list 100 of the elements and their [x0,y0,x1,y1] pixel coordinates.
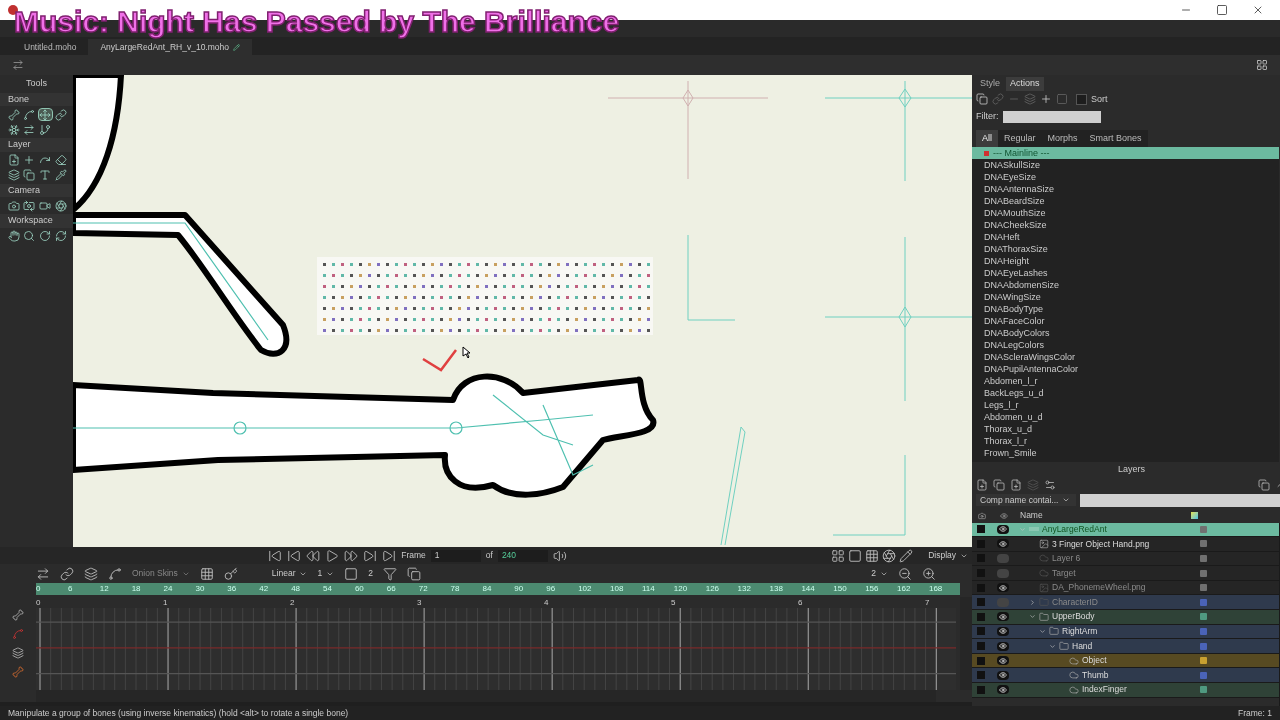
interp-value-dropdown[interactable]: 1 [317,567,335,580]
document-tab[interactable]: Untitled.moho [12,39,89,55]
tool-button[interactable] [53,153,69,167]
action-item[interactable]: DNAFaceColor [972,315,1279,327]
panel-layout-icon[interactable] [1256,59,1268,71]
collapse-caret-icon[interactable] [1029,598,1036,606]
action-item[interactable]: DNABeardSize [972,195,1279,207]
layer-row[interactable]: Hand [972,639,1279,654]
tool-button[interactable] [37,229,53,243]
render-checkbox[interactable] [977,685,985,694]
layer-row[interactable]: UpperBody [972,610,1279,625]
action-item[interactable]: DNAAntennaSize [972,183,1279,195]
action-item[interactable]: DNAScleraWingsColor [972,351,1279,363]
tool-button[interactable] [6,168,21,182]
layer-color-swatch[interactable] [1200,540,1207,548]
comp-filter-field[interactable] [1080,493,1280,507]
action-item[interactable]: DNABodyColors [972,327,1279,339]
action-item[interactable]: DNAMouthSize [972,207,1279,219]
rewind-icon[interactable] [306,548,321,563]
action-item[interactable]: DNAWingSize [972,291,1279,303]
layer-color-swatch[interactable] [1200,686,1207,694]
action-item[interactable]: DNAEyeSize [972,171,1279,183]
layer-color-swatch[interactable] [1200,525,1207,533]
tool-button[interactable] [6,108,21,121]
action-item[interactable]: DNAEyeLashes [972,267,1279,279]
filter-tab[interactable]: Morphs [1041,129,1084,147]
action-item[interactable]: --- Mainline --- [972,147,1279,159]
layer-color-swatch[interactable] [1200,613,1207,621]
frame-ruler[interactable]: 0 6 12 18 24 30 36 42 48 54 60 66 72 78 84 90 96 102 108 114 120 126 132 138 144 150 156 162 168 [36,583,960,595]
tool-button[interactable] [37,123,53,136]
tool-button[interactable] [21,108,37,121]
action-item[interactable]: Abdomen_l_r [972,375,1279,387]
settings-icon[interactable] [1044,478,1056,491]
tool-button[interactable] [6,199,21,212]
layer-color-swatch[interactable] [1200,657,1207,665]
plus-icon[interactable] [1040,93,1052,106]
action-item[interactable]: DNABodyType [972,303,1279,315]
render-checkbox[interactable] [977,627,985,636]
render-checkbox[interactable] [977,642,985,651]
tool-button[interactable] [21,168,37,182]
action-item[interactable]: DNASkullSize [972,159,1279,171]
layer-row[interactable]: IndexFinger [972,683,1279,698]
filter-icon[interactable] [382,566,397,581]
key-icon[interactable] [223,566,238,581]
action-item[interactable]: BackLegs_u_d [972,387,1279,399]
onion-skins-dropdown[interactable]: Onion Skins [132,567,190,580]
zoom-out-icon[interactable] [898,566,912,581]
tool-button[interactable] [53,199,69,212]
tool-button[interactable] [6,153,21,167]
copy-icon[interactable] [993,478,1005,491]
copy-icon[interactable] [976,93,988,106]
tool-button[interactable] [53,168,69,182]
interpolation-dropdown[interactable]: Linear [271,567,308,580]
layer-row[interactable]: AnyLargeRedAnt [972,522,1279,538]
total-frames-field[interactable]: 240 [497,549,548,562]
copy-icon[interactable] [406,566,421,581]
copy-icon[interactable] [1258,478,1270,491]
skip-forward-icon[interactable] [382,548,397,563]
play-icon[interactable] [325,548,340,563]
layer-row[interactable]: 3 Finger Object Hand.png [972,537,1279,552]
tool-button[interactable] [6,123,21,136]
render-checkbox[interactable] [977,656,985,665]
visibility-toggle[interactable] [997,656,1009,666]
layer-color-swatch[interactable] [1200,598,1207,606]
file-plus-icon[interactable] [1010,478,1022,491]
layers-icon[interactable] [84,566,98,581]
step-back-icon[interactable] [287,548,302,563]
action-item[interactable]: DNAPupilAntennaColor [972,363,1279,375]
action-item[interactable]: DNACheekSize [972,219,1279,231]
tool-button[interactable] [37,199,53,212]
filter-tab[interactable]: All [976,129,998,147]
visibility-toggle[interactable] [997,641,1009,651]
visibility-toggle[interactable] [997,524,1009,534]
expand-caret-icon[interactable] [1029,613,1036,621]
arrows-icon[interactable] [12,59,24,71]
comp-filter-dropdown[interactable]: Comp name contai... [976,493,1076,507]
view-single-icon[interactable] [848,548,863,563]
arrows-icon[interactable] [36,566,50,581]
visibility-toggle[interactable] [997,626,1009,636]
layer-color-swatch[interactable] [1200,671,1207,679]
maximize-icon[interactable] [1216,4,1228,16]
visibility-toggle[interactable] [997,583,1009,593]
zoom-in-icon[interactable] [922,566,936,581]
close-icon[interactable] [1252,4,1264,16]
panel-tab[interactable]: Style [976,77,1004,91]
visibility-toggle[interactable] [997,685,1009,695]
layer-color-swatch[interactable] [1200,642,1207,650]
action-item[interactable]: DNALegColors [972,339,1279,351]
visibility-toggle[interactable] [997,554,1009,563]
render-checkbox[interactable] [977,671,985,680]
file-plus-icon[interactable] [976,478,988,491]
skip-back-icon[interactable] [268,548,283,563]
action-item[interactable]: DNAHeft [972,231,1279,243]
filter-field[interactable] [1002,110,1101,123]
tool-button[interactable] [37,108,53,121]
tool-button[interactable] [53,108,69,121]
action-item[interactable]: Legs_l_r [972,399,1279,411]
action-item[interactable]: DNAAbdomenSize [972,279,1279,291]
tool-button[interactable] [21,199,37,212]
layer-row[interactable]: Target [972,566,1279,581]
